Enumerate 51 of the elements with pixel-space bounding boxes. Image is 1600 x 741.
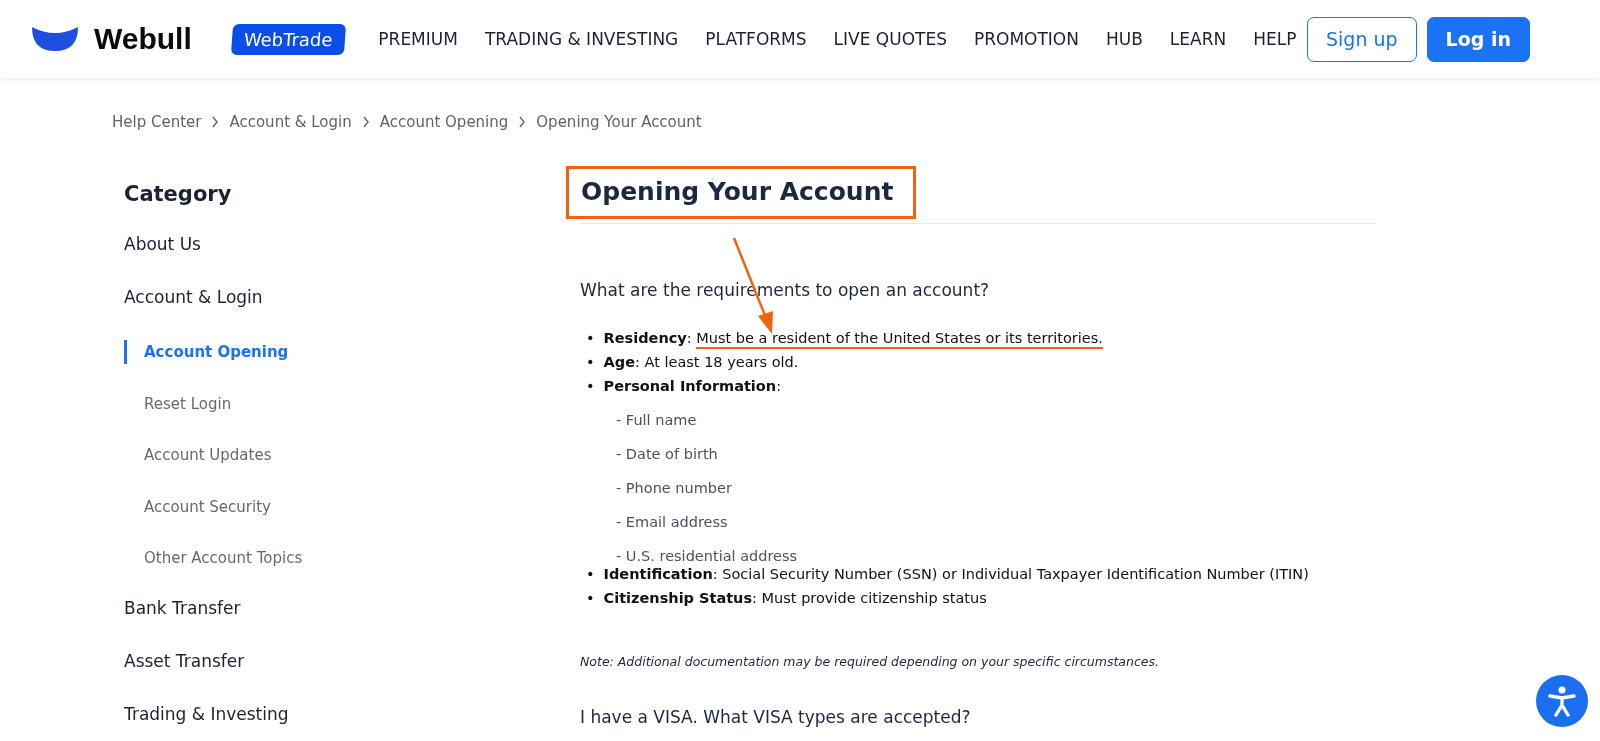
breadcrumb-link[interactable]: Account & Login <box>229 113 352 131</box>
accessibility-button[interactable] <box>1536 675 1588 727</box>
sidebar-item[interactable]: Asset Transfer <box>124 650 580 704</box>
bullet: • <box>586 589 595 608</box>
breadcrumb-link[interactable]: Help Center <box>112 113 202 131</box>
nav-link[interactable]: PROMOTION <box>973 29 1079 49</box>
requirement-item: Identification: Social Security Number (SSN) or Individual Taxpayer Identification Number (ITIN) <box>603 565 1309 584</box>
signup-button[interactable]: Sign up <box>1307 16 1417 62</box>
sidebar-subitem[interactable]: Account Security <box>124 494 580 519</box>
nav-link[interactable]: PLATFORMS <box>705 29 807 49</box>
requirement-detail: - Email address <box>616 513 728 532</box>
sidebar-subitem[interactable]: Account Updates <box>124 443 580 467</box>
bullet: • <box>586 377 595 396</box>
sidebar-subitem[interactable]: Account Opening <box>124 340 580 364</box>
sidebar-subitem[interactable]: Reset Login <box>124 391 580 416</box>
chevron-icon <box>211 116 220 128</box>
requirement-item: Citizenship Status: Must provide citizenship status <box>603 589 987 608</box>
requirement-detail: - Full name <box>616 411 697 430</box>
bullet: • <box>586 329 595 348</box>
breadcrumb-link[interactable]: Account Opening <box>379 113 509 131</box>
nav-link[interactable]: TRADING & INVESTING <box>484 29 679 49</box>
bullet: • <box>586 565 595 584</box>
requirement-item: Residency: Must be a resident of the United States or its territories. <box>603 326 1103 353</box>
nav-link[interactable]: HUB <box>1105 29 1143 49</box>
sidebar-item[interactable]: Account & Login <box>124 287 580 340</box>
nav-link[interactable]: LIVE QUOTES <box>833 29 947 49</box>
sidebar-title: Category <box>124 182 233 208</box>
breadcrumb-link[interactable]: Opening Your Account <box>536 113 702 131</box>
nav-link[interactable]: LEARN <box>1169 29 1227 49</box>
chevron-icon <box>518 116 527 128</box>
section-question: I have a VISA. What VISA types are accepted? <box>580 707 972 727</box>
sidebar-item[interactable]: About Us <box>124 234 580 287</box>
requirement-item: Personal Information: <box>603 377 781 396</box>
logo-icon <box>30 25 80 53</box>
article-title: Opening Your Account <box>581 177 894 206</box>
nav-link[interactable]: PREMIUM <box>378 29 458 49</box>
chevron-icon <box>361 116 370 128</box>
requirement-detail: - Phone number <box>616 479 732 498</box>
login-button[interactable]: Log in <box>1426 16 1530 62</box>
note-text: Note: Additional documentation may be required depending on your specific circumstances. <box>580 654 1160 669</box>
requirement-detail: - U.S. residential address <box>616 547 798 566</box>
nav-link[interactable]: HELP <box>1253 29 1297 49</box>
sidebar-item[interactable]: Bank Transfer <box>124 597 580 651</box>
bullet: • <box>586 353 595 372</box>
requirement-detail: - Date of birth <box>616 445 718 464</box>
sidebar-subitem[interactable]: Other Account Topics <box>124 546 580 570</box>
sidebar-item[interactable]: Trading & Investing <box>124 703 580 741</box>
requirement-item: Age: At least 18 years old. <box>603 353 799 372</box>
accessibility-icon <box>1547 685 1577 717</box>
logo-text: Webull <box>94 22 192 56</box>
webtrade-badge[interactable]: WebTrade <box>230 23 346 55</box>
